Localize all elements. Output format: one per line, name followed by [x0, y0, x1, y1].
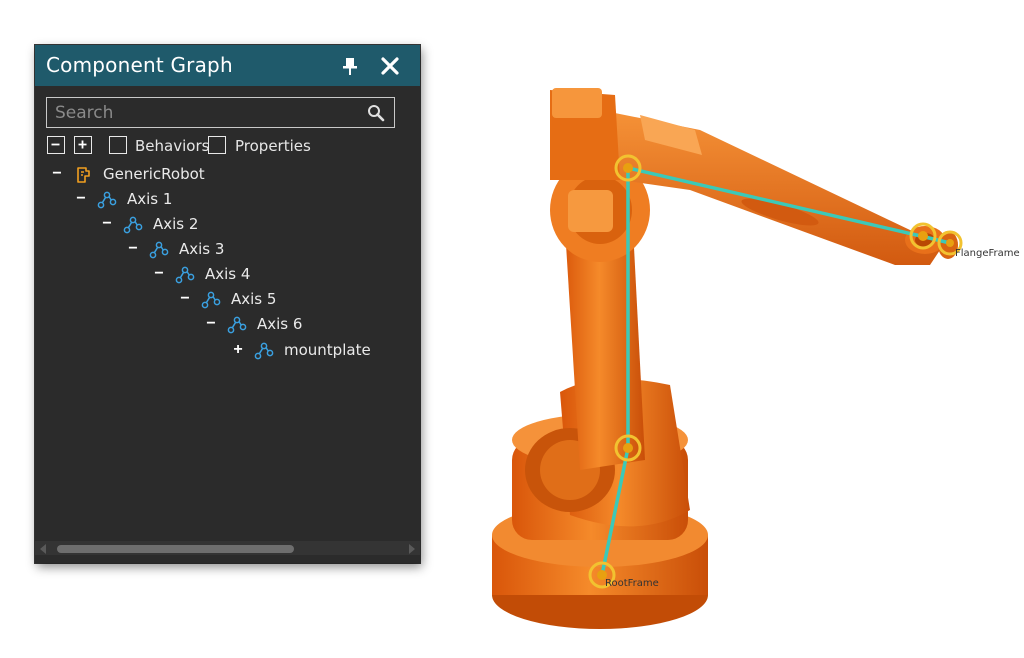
collapse-toggle[interactable]: −: [179, 288, 191, 312]
collapse-toggle[interactable]: −: [205, 313, 217, 337]
component-graph-panel: Component Graph Search Behaviors Propert…: [35, 45, 420, 563]
flange-frame-label: FlangeFrame: [955, 248, 1020, 259]
collapse-toggle[interactable]: −: [75, 188, 87, 212]
node-link-icon: [254, 341, 274, 361]
horizontal-scrollbar[interactable]: [35, 541, 420, 555]
behaviors-label: Behaviors: [135, 137, 210, 155]
collapse-toggle[interactable]: −: [127, 238, 139, 262]
search-input[interactable]: [47, 98, 357, 127]
search-box[interactable]: [46, 97, 395, 128]
tree-node-label: Axis 6: [257, 315, 303, 333]
tree-node-label: GenericRobot: [103, 165, 205, 183]
tree-node-label: Axis 2: [153, 215, 199, 233]
properties-checkbox[interactable]: [208, 136, 226, 154]
panel-title: Component Graph: [46, 53, 233, 77]
3d-viewport[interactable]: FlangeFrame RootFrame: [440, 40, 1024, 653]
panel-titlebar[interactable]: Component Graph: [35, 45, 420, 86]
expand-all-button[interactable]: [74, 136, 92, 154]
tree-node-label: Axis 3: [179, 240, 225, 258]
pin-icon[interactable]: [341, 56, 359, 76]
node-link-icon: [149, 240, 169, 260]
node-link-icon: [175, 265, 195, 285]
close-icon[interactable]: [379, 55, 401, 77]
node-link-icon: [123, 215, 143, 235]
behaviors-checkbox[interactable]: [109, 136, 127, 154]
search-icon[interactable]: [367, 104, 385, 122]
tree-node-label: Axis 4: [205, 265, 251, 283]
properties-label: Properties: [235, 137, 311, 155]
node-link-icon: [227, 315, 247, 335]
collapse-toggle[interactable]: −: [51, 163, 63, 187]
scroll-right-icon[interactable]: [409, 544, 415, 554]
scrollbar-thumb[interactable]: [57, 545, 294, 553]
robot-model[interactable]: [440, 40, 1024, 653]
collapse-toggle[interactable]: −: [153, 263, 165, 287]
component-icon: [73, 165, 93, 185]
collapse-all-button[interactable]: [47, 136, 65, 154]
expand-toggle[interactable]: +: [232, 339, 244, 363]
tree-node-label: mountplate: [284, 341, 371, 359]
node-link-icon: [97, 190, 117, 210]
tree-node-label: Axis 5: [231, 290, 277, 308]
collapse-toggle[interactable]: −: [101, 213, 113, 237]
scroll-left-icon[interactable]: [40, 544, 46, 554]
tree-node-label: Axis 1: [127, 190, 173, 208]
minus-box-icon: [51, 143, 60, 146]
plus-box-icon: [78, 140, 87, 149]
node-link-icon: [201, 290, 221, 310]
root-frame-label: RootFrame: [605, 578, 659, 589]
